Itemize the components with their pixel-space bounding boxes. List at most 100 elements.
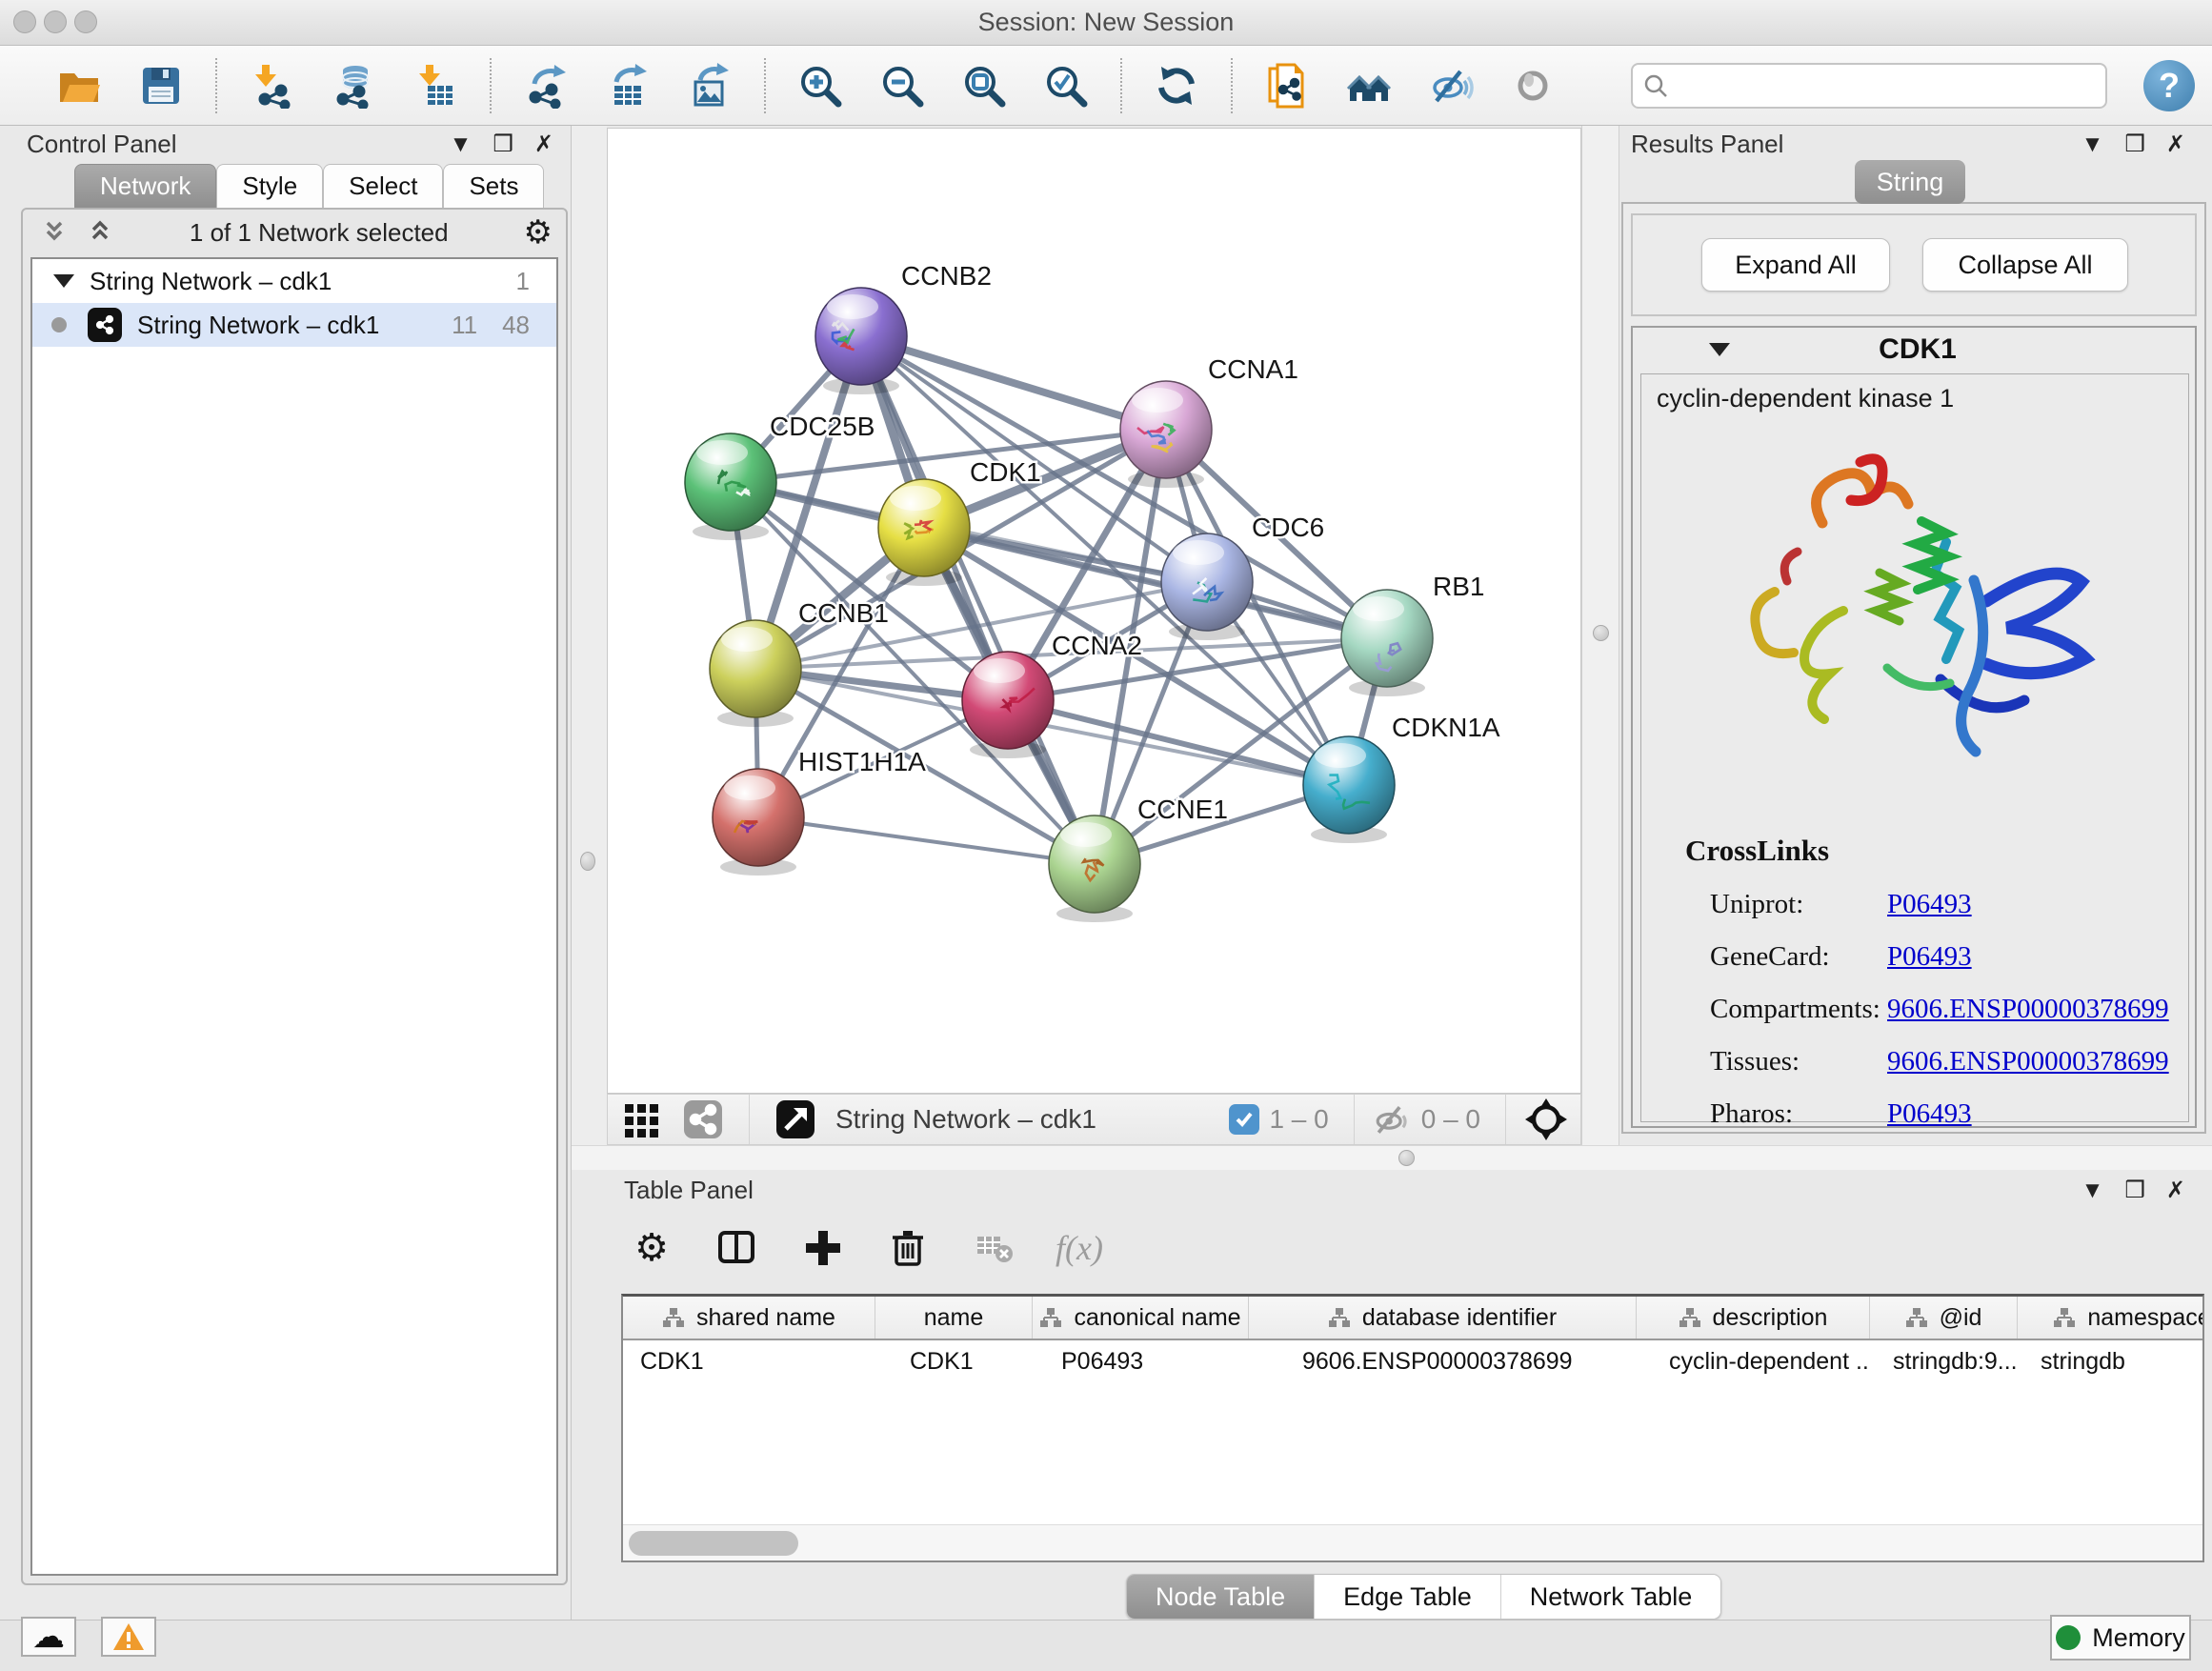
horizontal-scrollbar[interactable] <box>623 1524 2202 1560</box>
close-panel-icon[interactable]: ✗ <box>2166 1179 2185 1202</box>
import-network-database-icon[interactable] <box>329 61 378 111</box>
column-header[interactable]: database identifier <box>1249 1297 1637 1339</box>
tab-network-table[interactable]: Network Table <box>1501 1575 1721 1619</box>
tab-string[interactable]: String <box>1855 160 1965 204</box>
close-panel-icon[interactable]: ✗ <box>534 133 553 156</box>
column-header[interactable]: namespace <box>2018 1297 2204 1339</box>
svg-text:CDC6: CDC6 <box>1252 513 1324 542</box>
expand-all-networks-icon[interactable] <box>86 218 114 247</box>
float-panel-icon[interactable]: ❒ <box>493 133 513 156</box>
splitter-handle[interactable] <box>1398 1150 1415 1166</box>
column-header[interactable]: name <box>875 1297 1033 1339</box>
network-column-icon <box>662 1306 685 1329</box>
scrollbar-thumb[interactable] <box>629 1531 798 1556</box>
export-table-icon[interactable] <box>603 61 653 111</box>
panel-menu-icon[interactable]: ▼ <box>2081 133 2104 156</box>
table-row[interactable]: CDK1 CDK1 P06493 9606.ENSP00000378699 cy… <box>623 1340 2202 1382</box>
tab-select[interactable]: Select <box>323 164 443 208</box>
left-splitter[interactable] <box>572 126 607 1145</box>
tab-network[interactable]: Network <box>74 164 216 208</box>
hidden-node-edge-counts: 0 – 0 <box>1421 1104 1480 1135</box>
show-columns-icon[interactable] <box>713 1223 762 1273</box>
open-external-icon[interactable] <box>771 1095 820 1144</box>
network-collection-row[interactable]: String Network – cdk1 1 <box>32 259 556 303</box>
zoom-fit-icon[interactable] <box>959 61 1009 111</box>
tab-edge-table[interactable]: Edge Table <box>1315 1575 1501 1619</box>
import-table-file-icon[interactable] <box>411 61 460 111</box>
expand-all-button[interactable]: Expand All <box>1701 238 1890 292</box>
tab-style[interactable]: Style <box>216 164 323 208</box>
column-header[interactable]: @id <box>1870 1297 2018 1339</box>
panel-menu-icon[interactable]: ▼ <box>450 133 473 156</box>
create-column-icon[interactable] <box>798 1223 848 1273</box>
network-selection-status: 1 of 1 Network selected <box>114 218 524 248</box>
close-panel-icon[interactable]: ✗ <box>2166 133 2185 156</box>
warnings-button[interactable] <box>101 1617 156 1657</box>
table-options-gear-icon[interactable]: ⚙ <box>627 1223 676 1273</box>
network-share-view-icon[interactable] <box>678 1095 728 1144</box>
delete-column-icon[interactable] <box>884 1223 934 1273</box>
collapse-all-button[interactable]: Collapse All <box>1922 238 2128 292</box>
crosslink-link[interactable]: 9606.ENSP00000378699 <box>1887 994 2169 1025</box>
crosslink-link[interactable]: P06493 <box>1887 941 1972 973</box>
help-button[interactable]: ? <box>2143 60 2195 111</box>
node-table[interactable]: shared name name canonical name database… <box>621 1294 2204 1562</box>
network-options-gear-icon[interactable]: ⚙ <box>524 216 553 249</box>
import-network-file-icon[interactable] <box>247 61 296 111</box>
export-network-icon[interactable] <box>521 61 571 111</box>
splitter-handle[interactable] <box>580 852 595 871</box>
gene-section-header[interactable]: CDK1 <box>1633 328 2195 372</box>
search-input[interactable] <box>1669 70 2069 101</box>
column-header[interactable]: description <box>1637 1297 1870 1339</box>
collapse-all-networks-icon[interactable] <box>40 218 69 247</box>
gene-name: CDK1 <box>1745 333 2090 366</box>
save-session-icon[interactable] <box>136 61 186 111</box>
float-panel-icon[interactable]: ❒ <box>2124 1179 2145 1202</box>
collapse-triangle-icon[interactable] <box>53 274 74 288</box>
export-image-icon[interactable] <box>685 61 734 111</box>
cell-name: CDK1 <box>875 1348 1033 1376</box>
crosslink-link[interactable]: P06493 <box>1887 889 1972 920</box>
horizontal-splitter[interactable] <box>572 1145 2212 1170</box>
tab-node-table[interactable]: Node Table <box>1127 1575 1315 1619</box>
column-header[interactable]: canonical name <box>1033 1297 1249 1339</box>
network-row[interactable]: String Network – cdk1 11 48 <box>32 303 556 347</box>
crosslink-label: Pharos: <box>1710 1098 1793 1129</box>
show-all-eye-icon[interactable] <box>1508 61 1558 111</box>
table-panel-title: Table Panel <box>624 1176 754 1205</box>
tab-sets[interactable]: Sets <box>443 164 544 208</box>
cell-namespace: stringdb <box>2018 1348 2204 1376</box>
refresh-icon[interactable] <box>1152 61 1201 111</box>
panel-menu-icon[interactable]: ▼ <box>2081 1179 2104 1202</box>
svg-text:RB1: RB1 <box>1433 572 1484 601</box>
function-builder-icon[interactable]: f(x) <box>1056 1228 1103 1268</box>
clear-table-icon[interactable] <box>970 1223 1019 1273</box>
share-document-icon[interactable] <box>1262 61 1312 111</box>
float-panel-icon[interactable]: ❒ <box>2124 133 2145 156</box>
network-graph[interactable]: CCNB2CCNA1CDC25BCDK1CDC6RB1CCNB1CCNA2CDK… <box>608 129 1580 1093</box>
crosslink-link[interactable]: P06493 <box>1887 1098 1972 1130</box>
collapse-triangle-icon[interactable] <box>1709 343 1730 356</box>
right-splitter[interactable] <box>1581 126 1619 1145</box>
crosslink-row: Pharos: P06493 <box>1710 1098 2167 1130</box>
grid-view-icon[interactable] <box>617 1095 667 1144</box>
cloud-button[interactable]: ☁ <box>21 1617 76 1657</box>
selected-nodes-checkbox-icon[interactable] <box>1229 1104 1259 1135</box>
network-view-canvas[interactable]: CCNB2CCNA1CDC25BCDK1CDC6RB1CCNB1CCNA2CDK… <box>607 128 1581 1094</box>
toolbar-separator <box>1231 58 1233 113</box>
birdseye-view-icon[interactable] <box>1521 1095 1571 1144</box>
first-neighbors-icon[interactable] <box>1344 61 1394 111</box>
crosslink-link[interactable]: 9606.ENSP00000378699 <box>1887 1046 2169 1077</box>
svg-text:CCNA1: CCNA1 <box>1208 354 1298 384</box>
open-session-icon[interactable] <box>54 61 104 111</box>
status-bar: ☁ Memory <box>0 1620 2212 1671</box>
zoom-selected-icon[interactable] <box>1041 61 1091 111</box>
zoom-out-icon[interactable] <box>877 61 927 111</box>
zoom-in-icon[interactable] <box>795 61 845 111</box>
hide-selected-eye-icon[interactable] <box>1426 61 1476 111</box>
column-header[interactable]: shared name <box>623 1297 875 1339</box>
network-label: String Network – cdk1 <box>137 311 379 340</box>
memory-button[interactable]: Memory <box>2050 1615 2191 1661</box>
splitter-handle[interactable] <box>1593 625 1609 641</box>
search-box[interactable] <box>1631 63 2107 109</box>
